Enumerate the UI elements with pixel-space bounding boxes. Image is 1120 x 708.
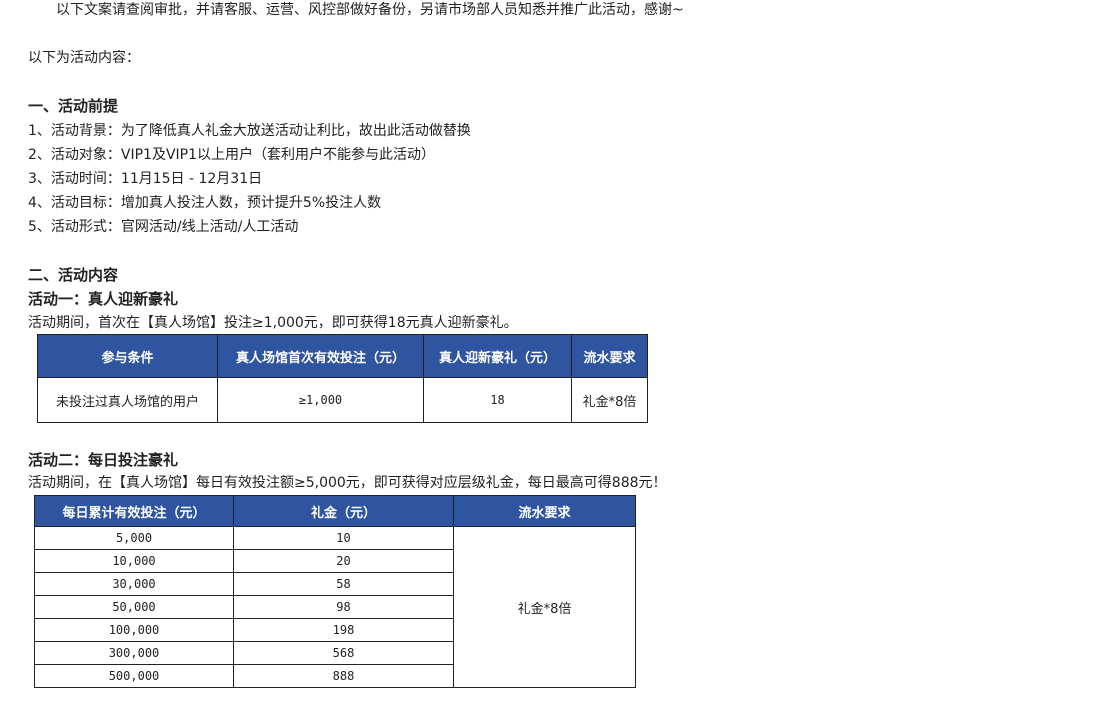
section1-item: 3、活动时间：11月15日 - 12月31日 [28,171,263,187]
activity2-desc: 活动期间，在【真人场馆】每日有效投注额≥5,000元，即可获得对应层级礼金，每日… [28,475,667,491]
section1-title: 一、活动前提 [28,97,119,115]
table-cell: 100,000 [34,618,234,642]
table-header-row: 每日累计有效投注（元） 礼金（元） 流水要求 [34,495,636,527]
table-cell: 5,000 [34,526,234,550]
table-cell: 888 [233,664,454,688]
table-header: 礼金（元） [233,495,454,527]
table-header: 流水要求 [571,334,648,378]
table-cell: 300,000 [34,641,234,665]
table-header: 参与条件 [37,334,218,378]
activity2-table: 每日累计有效投注（元） 礼金（元） 流水要求 5,000 10 礼金*8倍 10… [34,495,636,688]
activity2-title: 活动二：每日投注豪礼 [28,451,179,469]
table-cell: 未投注过真人场馆的用户 [37,377,218,423]
table-header: 每日累计有效投注（元） [34,495,234,527]
table-cell: 568 [233,641,454,665]
table-cell: 58 [233,572,454,596]
turnover-cell: 礼金*8倍 [453,526,636,688]
table-cell: 50,000 [34,595,234,619]
table-header: 真人迎新豪礼（元） [423,334,572,378]
table-header: 真人场馆首次有效投注（元） [217,334,424,378]
table-header: 流水要求 [453,495,636,527]
table-cell: 20 [233,549,454,573]
table-cell: 30,000 [34,572,234,596]
section2-title: 二、活动内容 [28,266,119,284]
table-header-row: 参与条件 真人场馆首次有效投注（元） 真人迎新豪礼（元） 流水要求 [37,334,648,378]
content-label: 以下为活动内容： [28,50,140,66]
table-cell: 98 [233,595,454,619]
activity1-desc: 活动期间，首次在【真人场馆】投注≥1,000元，即可获得18元真人迎新豪礼。 [28,315,518,331]
table-cell: 18 [423,377,572,423]
intro-text: 以下文案请查阅审批，并请客服、运营、风控部做好备份，另请市场部人员知悉并推广此活… [56,2,684,18]
section1-item: 4、活动目标：增加真人投注人数，预计提升5%投注人数 [28,195,382,211]
section1-item: 1、活动背景：为了降低真人礼金大放送活动让利比，故出此活动做替换 [28,123,471,139]
table-cell: 500,000 [34,664,234,688]
table-cell: 礼金*8倍 [571,377,648,423]
section1-item: 2、活动对象：VIP1及VIP1以上用户（套利用户不能参与此活动） [28,147,436,163]
activity1-title: 活动一：真人迎新豪礼 [28,290,179,308]
section1-item: 5、活动形式：官网活动/线上活动/人工活动 [28,219,299,235]
table-cell: ≥1,000 [217,377,424,423]
table-row: 5,000 10 礼金*8倍 [34,526,636,688]
table-cell: 198 [233,618,454,642]
table-cell: 10 [233,526,454,550]
table-row: 未投注过真人场馆的用户 ≥1,000 18 礼金*8倍 [37,377,648,423]
table-cell: 10,000 [34,549,234,573]
activity1-table: 参与条件 真人场馆首次有效投注（元） 真人迎新豪礼（元） 流水要求 未投注过真人… [37,334,648,423]
